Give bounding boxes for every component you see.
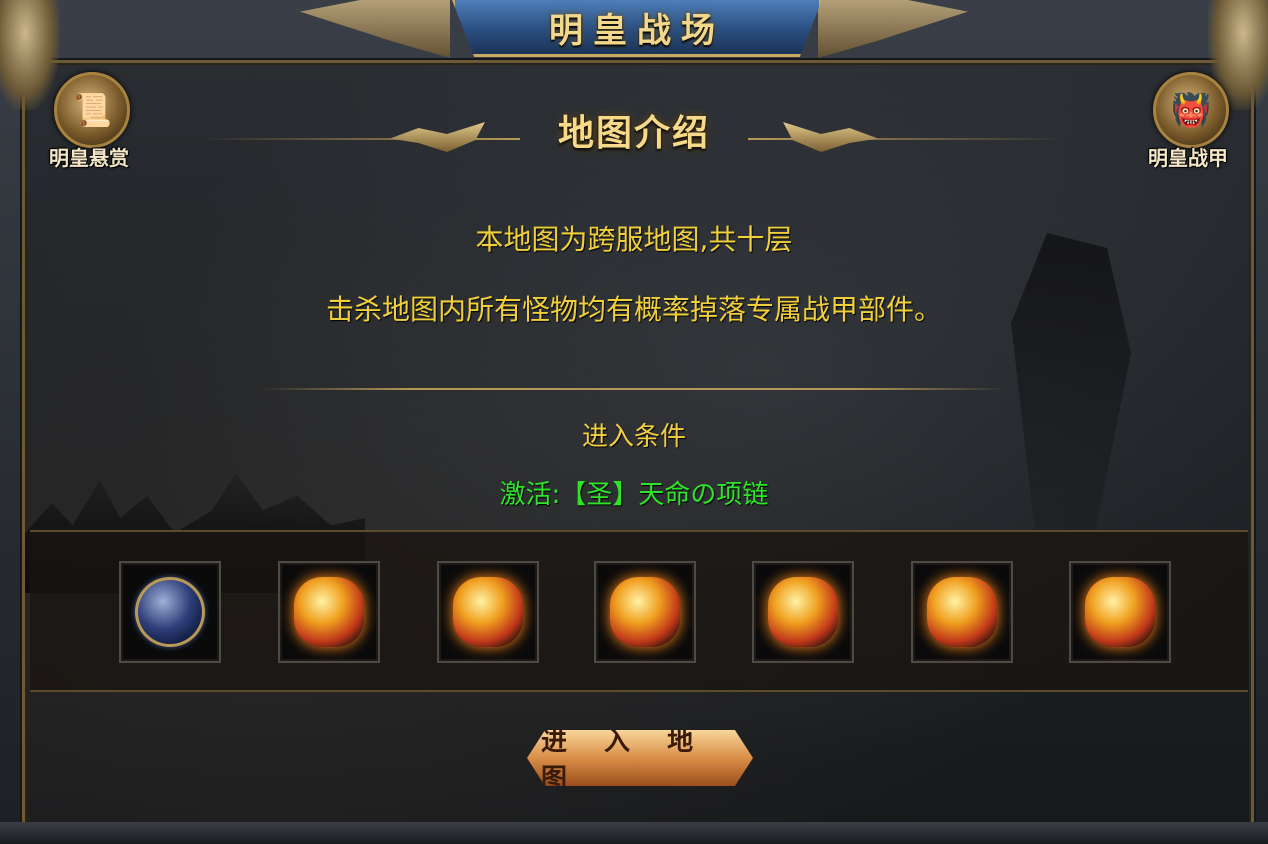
necklace-icon <box>453 577 523 647</box>
bounty-button[interactable]: 📜 明皇悬赏 <box>34 72 144 172</box>
condition-title: 进入条件 <box>581 422 686 452</box>
demon-mask-icon: 👹 <box>1153 72 1229 148</box>
helmet-icon <box>294 577 364 647</box>
item-slot[interactable] <box>752 561 854 663</box>
item-slot[interactable] <box>911 561 1013 663</box>
item-slot[interactable] <box>119 561 221 663</box>
intro-line-2: 击杀地图内所有怪物均有概率掉落专属战甲部件。 <box>325 293 942 326</box>
bounty-label: 明皇悬赏 <box>49 146 129 170</box>
ring-icon <box>768 577 838 647</box>
condition-value: 激活:【圣】天命の项链 <box>499 480 769 510</box>
bottom-frame-bar <box>0 822 1268 844</box>
scroll-icon: 📜 <box>54 72 130 148</box>
item-slot[interactable] <box>594 561 696 663</box>
section-divider <box>262 388 1006 390</box>
item-slot[interactable] <box>278 561 380 663</box>
belt-icon <box>927 577 997 647</box>
intro-title: 地图介绍 <box>557 112 710 154</box>
armor-button[interactable]: 👹 明皇战甲 <box>1133 72 1243 172</box>
boots-icon <box>1085 577 1155 647</box>
intro-line-1: 本地图为跨服地图,共十层 <box>475 223 793 256</box>
bracer-icon <box>610 577 680 647</box>
item-slot[interactable] <box>1069 561 1171 663</box>
item-slot[interactable] <box>437 561 539 663</box>
armillary-orb-icon <box>135 577 205 647</box>
window-title: 明皇战场 <box>549 10 725 51</box>
enter-map-label: 进 入 地 图 <box>541 727 708 794</box>
enter-map-button[interactable]: 进 入 地 图 <box>527 730 753 786</box>
intro-header: 地图介绍 <box>200 104 1068 154</box>
title-banner: 明皇战场 <box>452 0 822 57</box>
armor-label: 明皇战甲 <box>1148 146 1228 170</box>
